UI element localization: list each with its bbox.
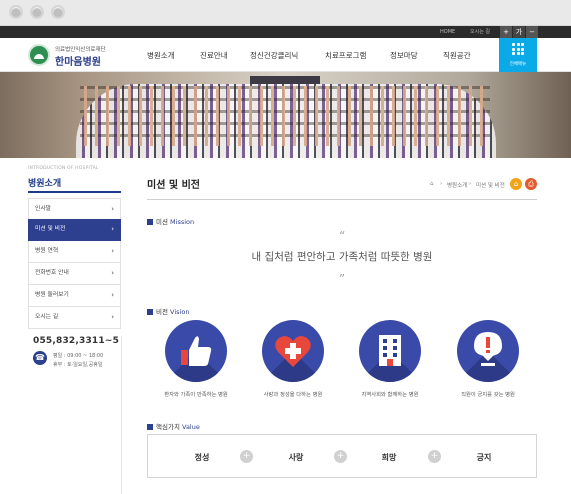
sidebar-item-label: 오시는 길 xyxy=(35,314,59,320)
zoom-reset-button[interactable]: 가 xyxy=(513,26,525,38)
core-value: 긍지 xyxy=(476,453,492,462)
gnb-item-staff[interactable]: 직원공간 xyxy=(443,50,471,61)
mission-heading: 미션 Mission xyxy=(147,216,194,226)
building-icon xyxy=(379,335,401,366)
section-bullet-icon xyxy=(147,424,153,430)
vision-circle-pride xyxy=(457,320,519,382)
staff-faces xyxy=(80,86,490,146)
print-button-icon[interactable]: ⎙ xyxy=(525,178,537,190)
chevron-right-icon: › xyxy=(111,291,114,299)
chevron-right-icon: › xyxy=(111,205,114,213)
chevron-right-icon: › xyxy=(111,247,114,255)
holiday-hours: 휴무 : 토·일요일,공휴일 xyxy=(53,362,103,368)
window-maximize-dot[interactable] xyxy=(51,5,65,19)
sidebar-item-phone-guide[interactable]: 전화번호 안내 › xyxy=(28,263,121,285)
weekday-hours: 평일 : 09:00 ~ 18:00 xyxy=(53,353,104,359)
vision-circle-satisfaction xyxy=(165,320,227,382)
vision-heading: 비전 Vision xyxy=(147,306,189,316)
exclamation-badge-icon xyxy=(474,332,502,366)
gnb-item-treatment[interactable]: 진료안내 xyxy=(200,50,228,61)
plus-icon: + xyxy=(240,450,253,463)
phone-icon: ☎ xyxy=(33,351,47,365)
sidebar-item-greeting[interactable]: 인사말 › xyxy=(28,198,121,220)
sidebar-caption: INTRODUCTION OF HOSPITAL xyxy=(28,166,99,171)
contact-phone-number: 055,832,3311~5 xyxy=(33,336,120,346)
gnb-item-clinic[interactable]: 정신건강클리닉 xyxy=(250,50,298,61)
plus-icon: + xyxy=(334,450,347,463)
sidebar-item-label: 전화번호 안내 xyxy=(35,270,69,276)
core-value: 희망 xyxy=(381,453,397,462)
vision-caption: 지역사회와 함께하는 병원 xyxy=(361,392,419,398)
home-link[interactable]: HOME xyxy=(440,26,455,38)
hospital-logo[interactable]: 의료법인익산의료재단 한마음병원 xyxy=(28,43,128,68)
zoom-in-button[interactable]: + xyxy=(500,26,512,38)
vision-caption: 환자와 가족이 만족하는 병원 xyxy=(164,392,228,398)
logo-subtitle: 의료법인익산의료재단 xyxy=(55,47,106,53)
section-bullet-icon xyxy=(147,219,153,225)
core-values-heading: 핵심가치 Value xyxy=(147,421,200,431)
sidebar-item-label: 병원 둘러보기 xyxy=(35,292,69,298)
building-sign xyxy=(250,76,320,84)
sidebar-item-label: 병원 연혁 xyxy=(35,248,59,254)
chevron-right-icon: › xyxy=(111,225,114,233)
home-button-icon[interactable]: ⌂ xyxy=(510,178,522,190)
thumbs-up-icon xyxy=(181,336,212,366)
home-icon[interactable]: ⌂ xyxy=(430,181,434,187)
open-quote-icon: “ xyxy=(338,229,346,243)
title-divider xyxy=(147,199,537,200)
sidebar-item-directions[interactable]: 오시는 길 › xyxy=(28,307,121,329)
mission-statement: 내 집처럼 편안하고 가족처럼 따뜻한 병원 xyxy=(251,251,433,263)
plus-icon: + xyxy=(428,450,441,463)
core-value: 사랑 xyxy=(288,453,304,462)
all-menu-button[interactable]: 전체메뉴 xyxy=(499,38,537,72)
breadcrumb-level1[interactable]: 병원소개 xyxy=(447,181,467,189)
staff-group-photo-banner xyxy=(0,72,571,158)
gnb-item-about[interactable]: 병원소개 xyxy=(147,50,175,61)
vision-caption: 사랑과 정성을 다하는 병원 xyxy=(263,392,323,398)
core-value: 정성 xyxy=(194,453,210,462)
window-minimize-dot[interactable] xyxy=(30,5,44,19)
sidebar-title-underline xyxy=(28,191,121,193)
all-menu-label: 전체메뉴 xyxy=(509,62,527,67)
breadcrumb-separator: › xyxy=(440,181,443,187)
sidebar-item-history[interactable]: 병원 연혁 › xyxy=(28,241,121,263)
utility-bar: HOME 오시는 길 + 가 − xyxy=(0,26,571,38)
gnb-item-program[interactable]: 치료프로그램 xyxy=(325,50,366,61)
gnb-item-info[interactable]: 정보마당 xyxy=(390,50,418,61)
logo-name: 한마음병원 xyxy=(55,57,101,68)
directions-link[interactable]: 오시는 길 xyxy=(470,26,490,38)
sidebar-item-label: 인사말 xyxy=(35,206,51,212)
sidebar-divider xyxy=(121,336,122,494)
vision-caption: 직원이 긍지를 갖는 병원 xyxy=(461,392,515,398)
zoom-out-button[interactable]: − xyxy=(526,26,538,38)
site-header: 의료법인익산의료재단 한마음병원 병원소개 진료안내 정신건강클리닉 치료프로그… xyxy=(0,38,571,72)
vision-circle-care xyxy=(262,320,324,382)
sidebar-item-tour[interactable]: 병원 둘러보기 › xyxy=(28,285,121,307)
window-close-dot[interactable] xyxy=(9,5,23,19)
breadcrumb-current: 미션 및 비전 xyxy=(476,183,505,189)
grid-icon xyxy=(512,43,524,55)
sidebar-item-mission-vision[interactable]: 미션 및 비전 › xyxy=(28,219,121,241)
chevron-right-icon: › xyxy=(111,313,114,321)
breadcrumb-separator: › xyxy=(469,181,472,187)
page-title: 미션 및 비전 xyxy=(147,180,200,191)
sidebar-title: 병원소개 xyxy=(28,179,62,189)
browser-chrome xyxy=(0,0,571,26)
sidebar-item-label: 미션 및 비전 xyxy=(35,226,66,232)
heart-cross-icon xyxy=(275,336,311,367)
close-quote-icon: ” xyxy=(338,272,346,286)
vision-circle-community xyxy=(359,320,421,382)
chevron-right-icon: › xyxy=(111,269,114,277)
section-bullet-icon xyxy=(147,309,153,315)
logo-emblem-icon xyxy=(28,44,50,66)
